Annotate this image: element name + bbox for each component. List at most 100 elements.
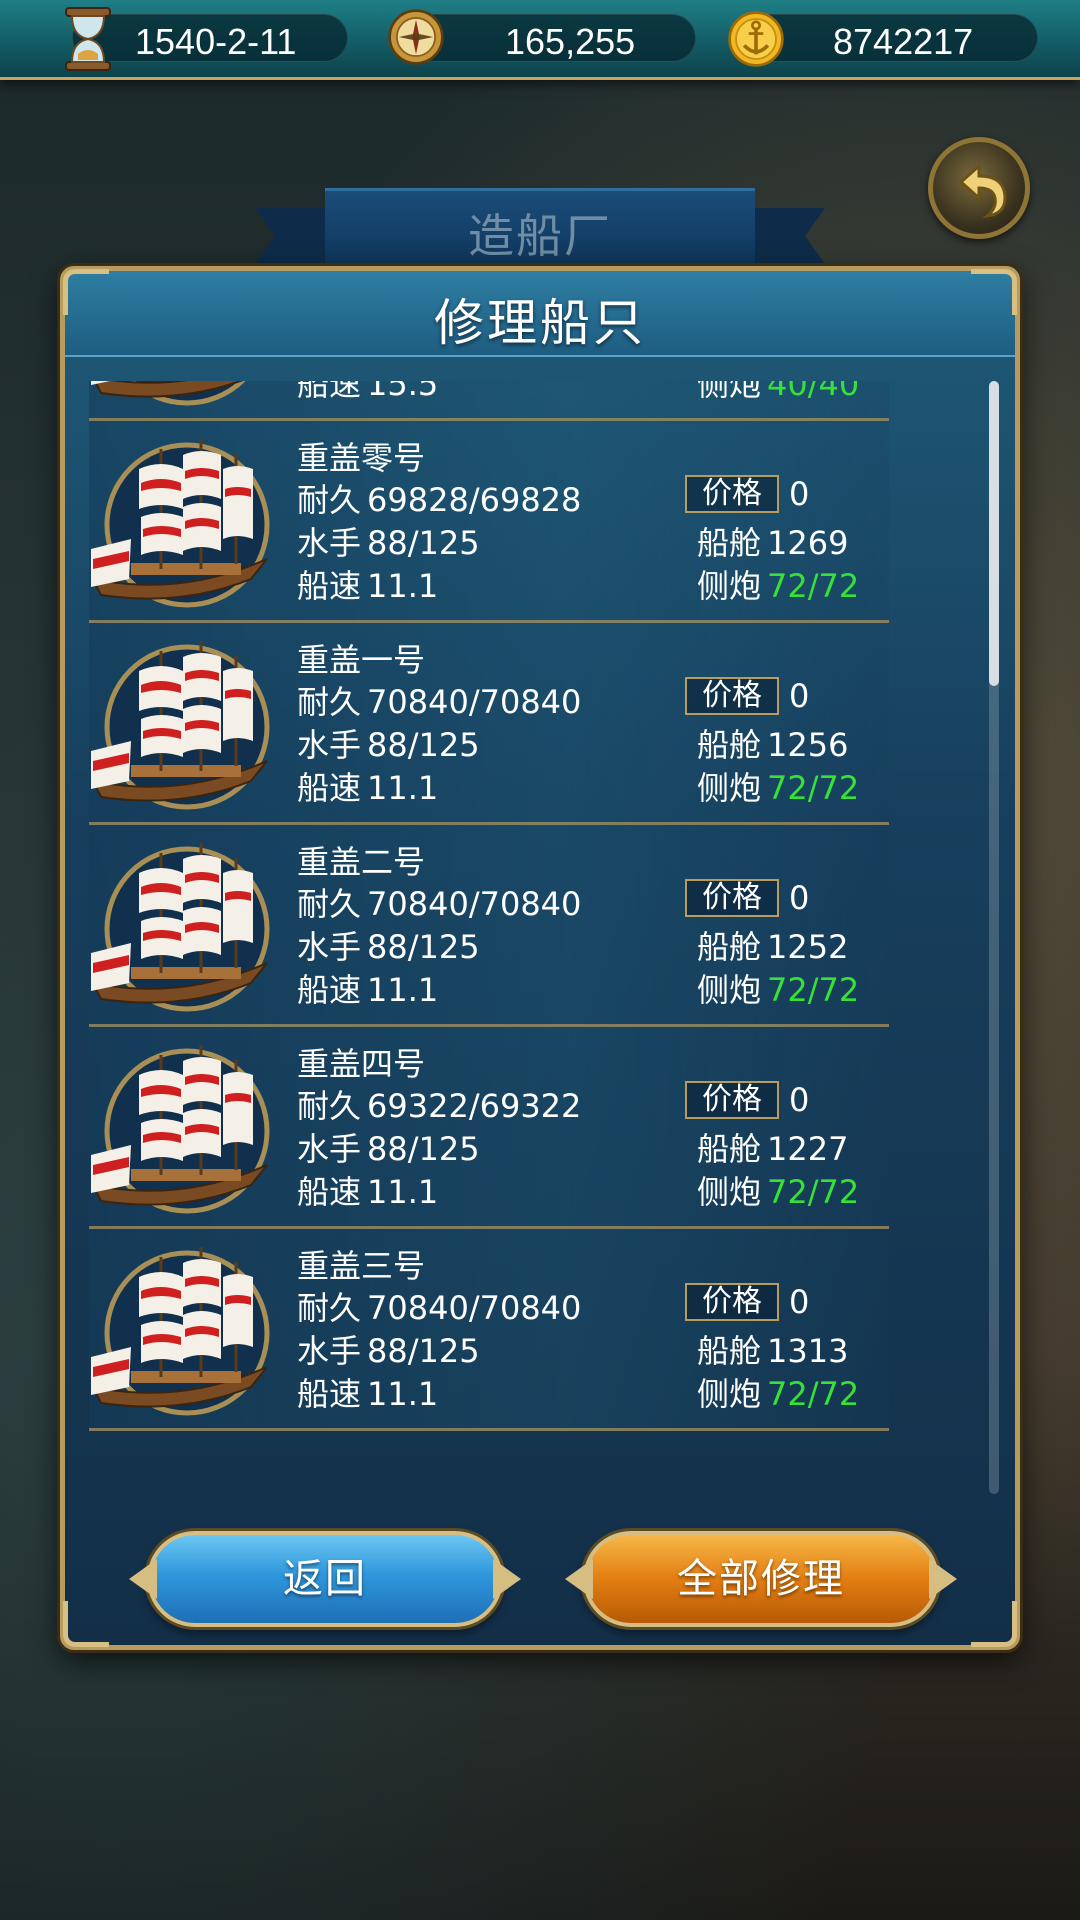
dialog-header: 修理船只: [65, 271, 1015, 357]
ship-list-scrollbar[interactable]: [989, 381, 999, 1494]
speed-value: 11.1: [367, 769, 439, 807]
cargo-stat: 船舱 1313: [697, 1326, 848, 1372]
repair-all-button-label: 全部修理: [677, 1556, 845, 1602]
price-value: 0: [789, 677, 810, 715]
sailors-value: 88/125: [367, 726, 480, 764]
ship-row[interactable]: 重盖三号 耐久 70840/70840 水手 88/125 船速 11.1 价格 0 船舱 1313…: [89, 1229, 889, 1431]
back-arrow-button[interactable]: [928, 137, 1030, 239]
durability-value: 69828/69828: [367, 481, 582, 519]
compass-icon: [388, 9, 444, 65]
sailors-value: 88/125: [367, 524, 480, 562]
repair-dialog: 修理船只 耐久56400/56400水手38/75船速15.5价格0船舱1044…: [60, 266, 1020, 1650]
scrollbar-thumb[interactable]: [989, 381, 999, 686]
durability-label: 耐久: [297, 683, 362, 721]
ship-name: 重盖三号: [297, 1247, 426, 1285]
button-cap-left: [565, 1559, 593, 1599]
price-value: 0: [789, 1081, 810, 1119]
speed-stat: 船速 11.1: [297, 1369, 438, 1415]
cargo-stat: 船舱 1252: [697, 922, 848, 968]
price-label: 价格: [685, 1283, 779, 1321]
sailors-stat: 水手 88/125: [297, 922, 480, 968]
speed-stat: 船速 11.1: [297, 561, 438, 607]
speed-value: 11.1: [367, 971, 439, 1009]
cargo-value: 1227: [767, 1130, 849, 1168]
speed-label: 船速: [297, 567, 362, 605]
cargo-stat: 船舱 1256: [697, 720, 848, 766]
cannons-stat: 侧炮 72/72: [697, 1167, 859, 1213]
cannons-stat: 侧炮 72/72: [697, 965, 859, 1011]
cannons-stat: 侧炮 72/72: [697, 561, 859, 607]
speed-value: 15.5: [367, 381, 439, 403]
ship-row[interactable]: 重盖二号 耐久 70840/70840 水手 88/125 船速 11.1 价格 0 船舱 1252…: [89, 825, 889, 1027]
cargo-label: 船舱: [697, 1332, 762, 1370]
cargo-stat: 船舱 1269: [697, 518, 848, 564]
durability-label: 耐久: [297, 1289, 362, 1327]
ship-name: 重盖一号: [297, 641, 426, 679]
speed-stat: 船速 11.1: [297, 763, 438, 809]
speed-label: 船速: [297, 1173, 362, 1211]
button-cap-left: [129, 1559, 157, 1599]
sailors-stat: 水手 88/125: [297, 518, 480, 564]
ship-row[interactable]: 重盖零号 耐久 69828/69828 水手 88/125 船速 11.1 价格 0 船舱 1269…: [89, 421, 889, 623]
ship-portrait: [91, 833, 271, 1013]
sailors-stat: 水手 88/125: [297, 720, 480, 766]
cannons-label: 侧炮: [697, 769, 762, 807]
cargo-value: 1313: [767, 1332, 849, 1370]
ship-row[interactable]: 耐久56400/56400水手38/75船速15.5价格0船舱1044侧炮40/…: [89, 381, 889, 421]
durability-value: 70840/70840: [367, 885, 582, 923]
date-value: 1540-2-11: [135, 21, 297, 62]
shipyard-banner: 造船厂: [255, 182, 825, 274]
back-button[interactable]: 返回: [129, 1531, 521, 1627]
price-label: 价格: [685, 475, 779, 513]
button-cap-right: [493, 1559, 521, 1599]
frame-corner: [63, 269, 109, 315]
cargo-label: 船舱: [697, 726, 762, 764]
speed-label: 船速: [297, 381, 362, 403]
sailors-label: 水手: [297, 1130, 362, 1168]
ship-row[interactable]: 重盖四号 耐久 69322/69322 水手 88/125 船速 11.1 价格 0 船舱 1227…: [89, 1027, 889, 1229]
cannons-value: 72/72: [767, 971, 860, 1009]
speed-stat: 船速 15.5: [297, 381, 438, 405]
cannons-label: 侧炮: [697, 971, 762, 1009]
cannons-value: 40/40: [767, 381, 860, 403]
shipyard-title: 造船厂: [468, 209, 612, 263]
frame-corner: [971, 1601, 1017, 1647]
cannons-value: 72/72: [767, 769, 860, 807]
gold-value: 8742217: [833, 21, 974, 62]
cargo-label: 船舱: [697, 928, 762, 966]
speed-label: 船速: [297, 1375, 362, 1413]
cargo-value: 1252: [767, 928, 849, 966]
frame-corner: [971, 269, 1017, 315]
durability-stat: 耐久 69322/69322: [297, 1081, 581, 1127]
hourglass-icon: [65, 7, 111, 71]
banner-tail-left: [255, 208, 335, 264]
speed-label: 船速: [297, 971, 362, 1009]
ship-list[interactable]: 耐久56400/56400水手38/75船速15.5价格0船舱1044侧炮40/…: [89, 381, 979, 1494]
cannons-value: 72/72: [767, 1173, 860, 1211]
cargo-label: 船舱: [697, 524, 762, 562]
speed-value: 11.1: [367, 1173, 439, 1211]
cannons-value: 72/72: [767, 567, 860, 605]
ship-portrait: [91, 1237, 271, 1417]
speed-value: 11.1: [367, 567, 439, 605]
cannons-stat: 侧炮 72/72: [697, 1369, 859, 1415]
sailors-value: 88/125: [367, 928, 480, 966]
repair-all-button[interactable]: 全部修理: [565, 1531, 957, 1627]
ship-portrait: [91, 381, 271, 407]
durability-stat: 耐久 70840/70840: [297, 1283, 581, 1329]
sailors-value: 88/125: [367, 1332, 480, 1370]
ship-row[interactable]: 重盖一号 耐久 70840/70840 水手 88/125 船速 11.1 价格 0 船舱 1256…: [89, 623, 889, 825]
gold-anchor-coin-icon: [728, 11, 784, 67]
cargo-value: 1256: [767, 726, 849, 764]
sailors-stat: 水手 88/125: [297, 1326, 480, 1372]
durability-label: 耐久: [297, 1087, 362, 1125]
price-value: 0: [789, 879, 810, 917]
speed-label: 船速: [297, 769, 362, 807]
speed-stat: 船速 11.1: [297, 965, 438, 1011]
banner-tail-right: [745, 208, 825, 264]
durability-label: 耐久: [297, 885, 362, 923]
cannons-value: 72/72: [767, 1375, 860, 1413]
frame-corner: [63, 1601, 109, 1647]
durability-stat: 耐久 70840/70840: [297, 879, 581, 925]
cargo-stat: 船舱 1227: [697, 1124, 848, 1170]
